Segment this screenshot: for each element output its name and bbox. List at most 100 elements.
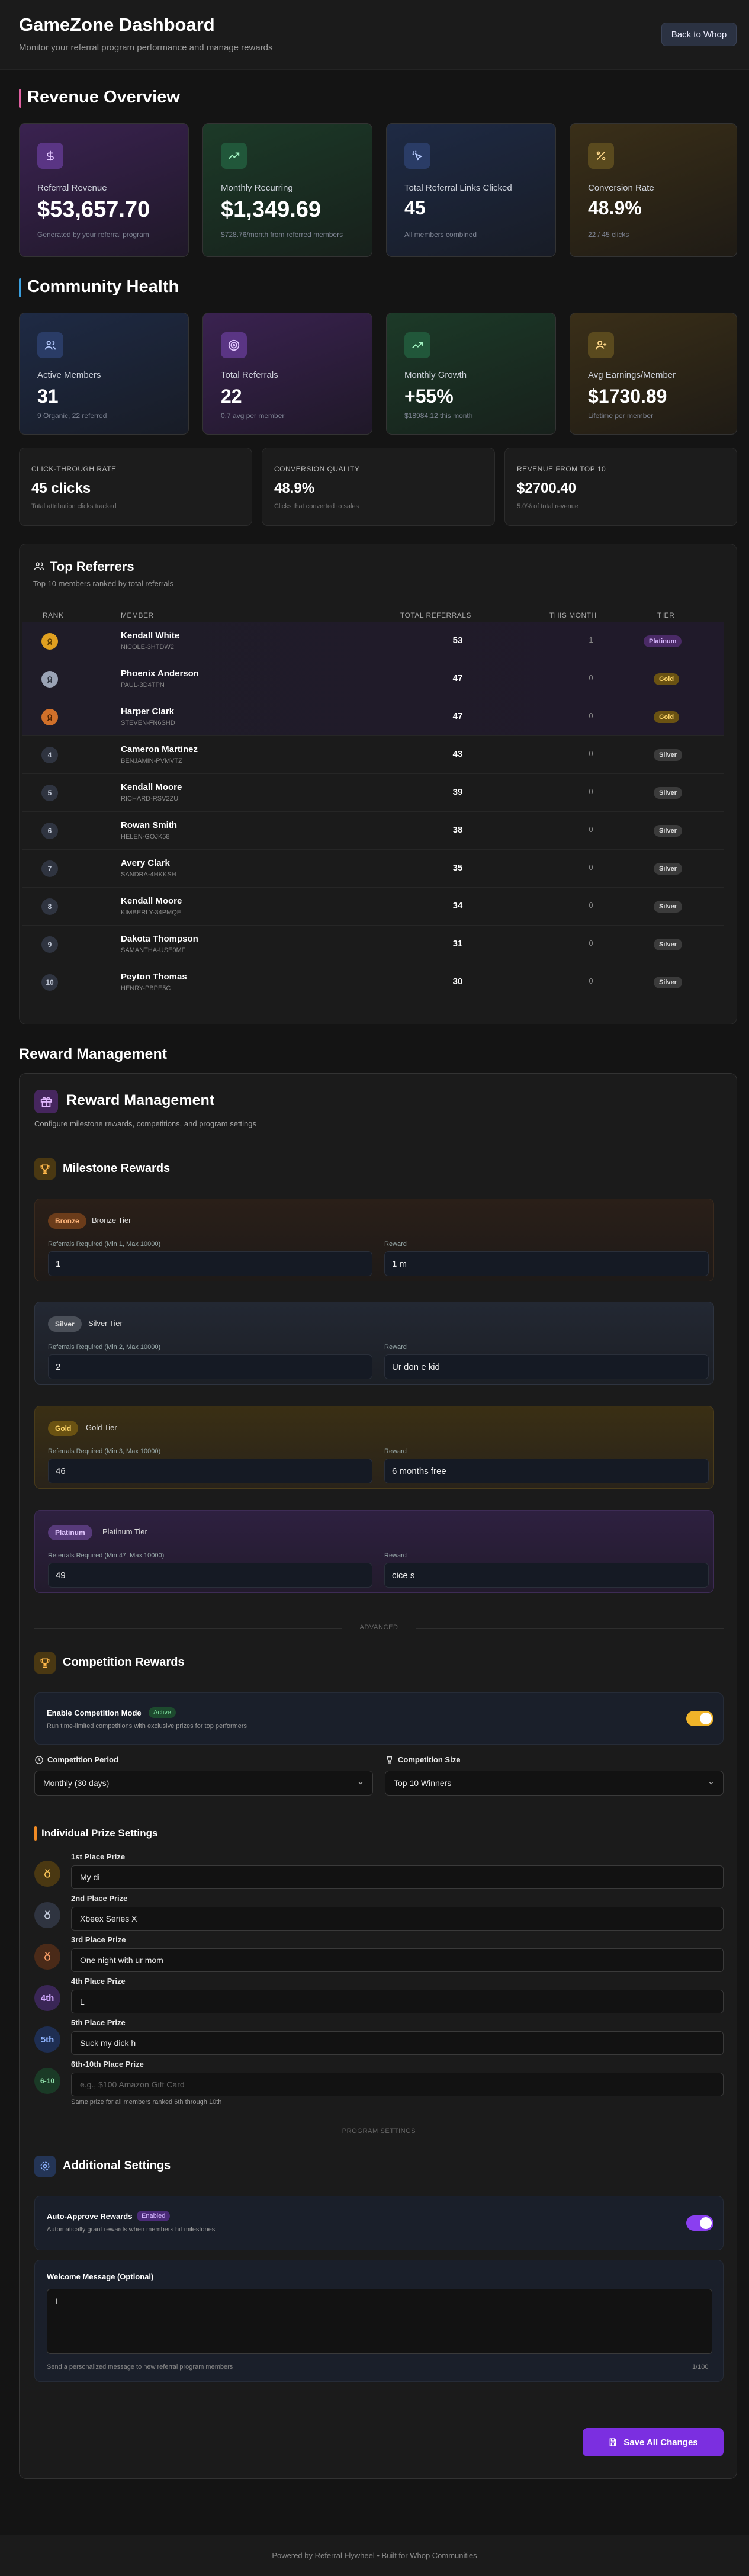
settings-icon: [34, 2156, 56, 2177]
milestone-title: Milestone Rewards: [63, 1162, 171, 1175]
chevron-down-icon: [357, 1780, 364, 1787]
platinum-tier-card: Platinum Platinum Tier Referrals Require…: [34, 1510, 714, 1593]
competition-enable-label: Enable Competition Mode: [47, 1708, 142, 1717]
program-settings-divider: PROGRAM SETTINGS: [34, 2128, 724, 2136]
medal-gold-icon: [34, 1861, 60, 1887]
trophy-small-icon: [385, 1755, 394, 1765]
card-sub: 22 / 45 clicks: [588, 230, 629, 239]
page-title: GameZone Dashboard: [19, 14, 215, 35]
mini-sub: 5.0% of total revenue: [517, 503, 578, 510]
place-badge: 4th: [34, 1985, 60, 2011]
clock-icon: [34, 1755, 44, 1765]
char-counter: 1/100: [692, 2363, 709, 2371]
prize-input[interactable]: L: [71, 1990, 724, 2013]
reward-input[interactable]: 6 months free: [384, 1459, 709, 1483]
reward-section-title: Reward Management: [19, 1046, 168, 1062]
tier-badge: Platinum: [644, 635, 682, 647]
prize-input[interactable]: My di: [71, 1865, 724, 1889]
referrals-required-input[interactable]: 49: [48, 1563, 372, 1588]
competition-period-select[interactable]: Monthly (30 days): [34, 1771, 373, 1796]
prize-row: 5th 5th Place Prize Suck my dick h: [34, 2018, 724, 2060]
member-handle: STEVEN-FN6SHD: [121, 720, 175, 727]
auto-approve-toggle[interactable]: [686, 2215, 713, 2231]
card-label: Monthly Growth: [404, 370, 467, 380]
target-icon: [221, 332, 247, 358]
welcome-message-textarea[interactable]: I: [47, 2289, 712, 2354]
reward-label: Reward: [384, 1241, 407, 1248]
card-value: +55%: [404, 386, 454, 407]
avg-earnings-card: Avg Earnings/Member $1730.89 Lifetime pe…: [570, 313, 737, 435]
period-label: Competition Period: [47, 1755, 118, 1764]
competition-title: Competition Rewards: [63, 1656, 185, 1669]
prize-input[interactable]: Xbeex Series X: [71, 1907, 724, 1931]
links-clicked-card: Total Referral Links Clicked 45 All memb…: [386, 123, 556, 257]
this-month: 0: [589, 787, 593, 796]
card-sub: Lifetime per member: [588, 412, 654, 420]
prize-input[interactable]: e.g., $100 Amazon Gift Card: [71, 2073, 724, 2096]
member-name: Kendall White: [121, 631, 180, 641]
reward-title: Reward Management: [66, 1092, 215, 1109]
card-label: Conversion Rate: [588, 183, 654, 193]
card-label: Active Members: [37, 370, 101, 380]
member-handle: NICOLE-3HTDW2: [121, 644, 174, 651]
prize-input[interactable]: One night with ur mom: [71, 1948, 724, 1972]
this-month: 0: [589, 673, 593, 682]
prize-label: 4th Place Prize: [71, 1977, 126, 1986]
table-row: 8 Kendall Moore KIMBERLY-34PMQE 34 0 Silver: [22, 887, 724, 925]
total-referrals: 39: [452, 787, 463, 797]
card-sub: $18984.12 this month: [404, 412, 473, 420]
referrals-required-input[interactable]: 1: [48, 1251, 372, 1276]
card-sub: 9 Organic, 22 referred: [37, 412, 107, 420]
advanced-divider: ADVANCED: [34, 1624, 724, 1632]
tier-badge: Silver: [654, 939, 682, 950]
table-row: 6 Rowan Smith HELEN-GOJK58 38 0 Silver: [22, 811, 724, 849]
prize-label: 5th Place Prize: [71, 2018, 126, 2027]
reward-input[interactable]: 1 m: [384, 1251, 709, 1276]
member-handle: SAMANTHA-USE0MF: [121, 947, 186, 954]
member-handle: RICHARD-RSV2ZU: [121, 795, 179, 802]
trending-up-icon: [404, 332, 430, 358]
conversion-rate-card: Conversion Rate 48.9% 22 / 45 clicks: [570, 123, 737, 257]
prize-input[interactable]: Suck my dick h: [71, 2031, 724, 2055]
table-row: 5 Kendall Moore RICHARD-RSV2ZU 39 0 Silver: [22, 773, 724, 811]
member-handle: SANDRA-4HKKSH: [121, 871, 176, 878]
tier-badge: Silver: [48, 1316, 82, 1332]
member-handle: KIMBERLY-34PMQE: [121, 909, 182, 916]
referrals-required-input[interactable]: 2: [48, 1354, 372, 1379]
member-name: Cameron Martinez: [121, 744, 198, 754]
this-month: 1: [589, 635, 593, 644]
tier-name: Platinum Tier: [102, 1527, 147, 1536]
card-value: $1,349.69: [221, 197, 322, 222]
back-to-whop-button[interactable]: Back to Whop: [661, 23, 737, 46]
auto-approve-desc: Automatically grant rewards when members…: [47, 2226, 216, 2233]
bronze-tier-card: Bronze Bronze Tier Referrals Required (M…: [34, 1199, 714, 1281]
reward-label: Reward: [384, 1448, 407, 1455]
this-month: 0: [589, 863, 593, 872]
card-label: Total Referrals: [221, 370, 278, 380]
trophy-icon: [34, 1652, 56, 1674]
table-row: 7 Avery Clark SANDRA-4HKKSH 35 0 Silver: [22, 849, 724, 887]
reward-input[interactable]: cice s: [384, 1563, 709, 1588]
competition-mode-box: Enable Competition Mode Active Run time-…: [34, 1692, 724, 1745]
mini-label: Conversion Quality: [274, 465, 360, 473]
card-label: Monthly Recurring: [221, 183, 293, 193]
tier-badge: Silver: [654, 749, 682, 761]
member-name: Kendall Moore: [121, 896, 182, 906]
this-month: 0: [589, 977, 593, 985]
reward-label: Reward: [384, 1552, 407, 1559]
table-row: 4 Cameron Martinez BENJAMIN-PVMVTZ 43 0 Silve…: [22, 735, 724, 773]
member-name: Peyton Thomas: [121, 972, 187, 982]
total-referrals: 38: [452, 825, 463, 835]
save-all-button[interactable]: Save All Changes: [583, 2428, 724, 2456]
card-value: $1730.89: [588, 386, 667, 407]
card-value: 48.9%: [588, 197, 642, 219]
place-badge: 6-10: [34, 2068, 60, 2094]
top-referrers-title: Top Referrers: [50, 559, 134, 574]
reward-input[interactable]: Ur don e kid: [384, 1354, 709, 1379]
users-icon: [37, 332, 63, 358]
competition-toggle[interactable]: [686, 1711, 713, 1726]
competition-size-select[interactable]: Top 10 Winners: [385, 1771, 724, 1796]
tier-badge: Gold: [48, 1421, 79, 1436]
size-value: Top 10 Winners: [394, 1778, 452, 1788]
referrals-required-input[interactable]: 46: [48, 1459, 372, 1483]
